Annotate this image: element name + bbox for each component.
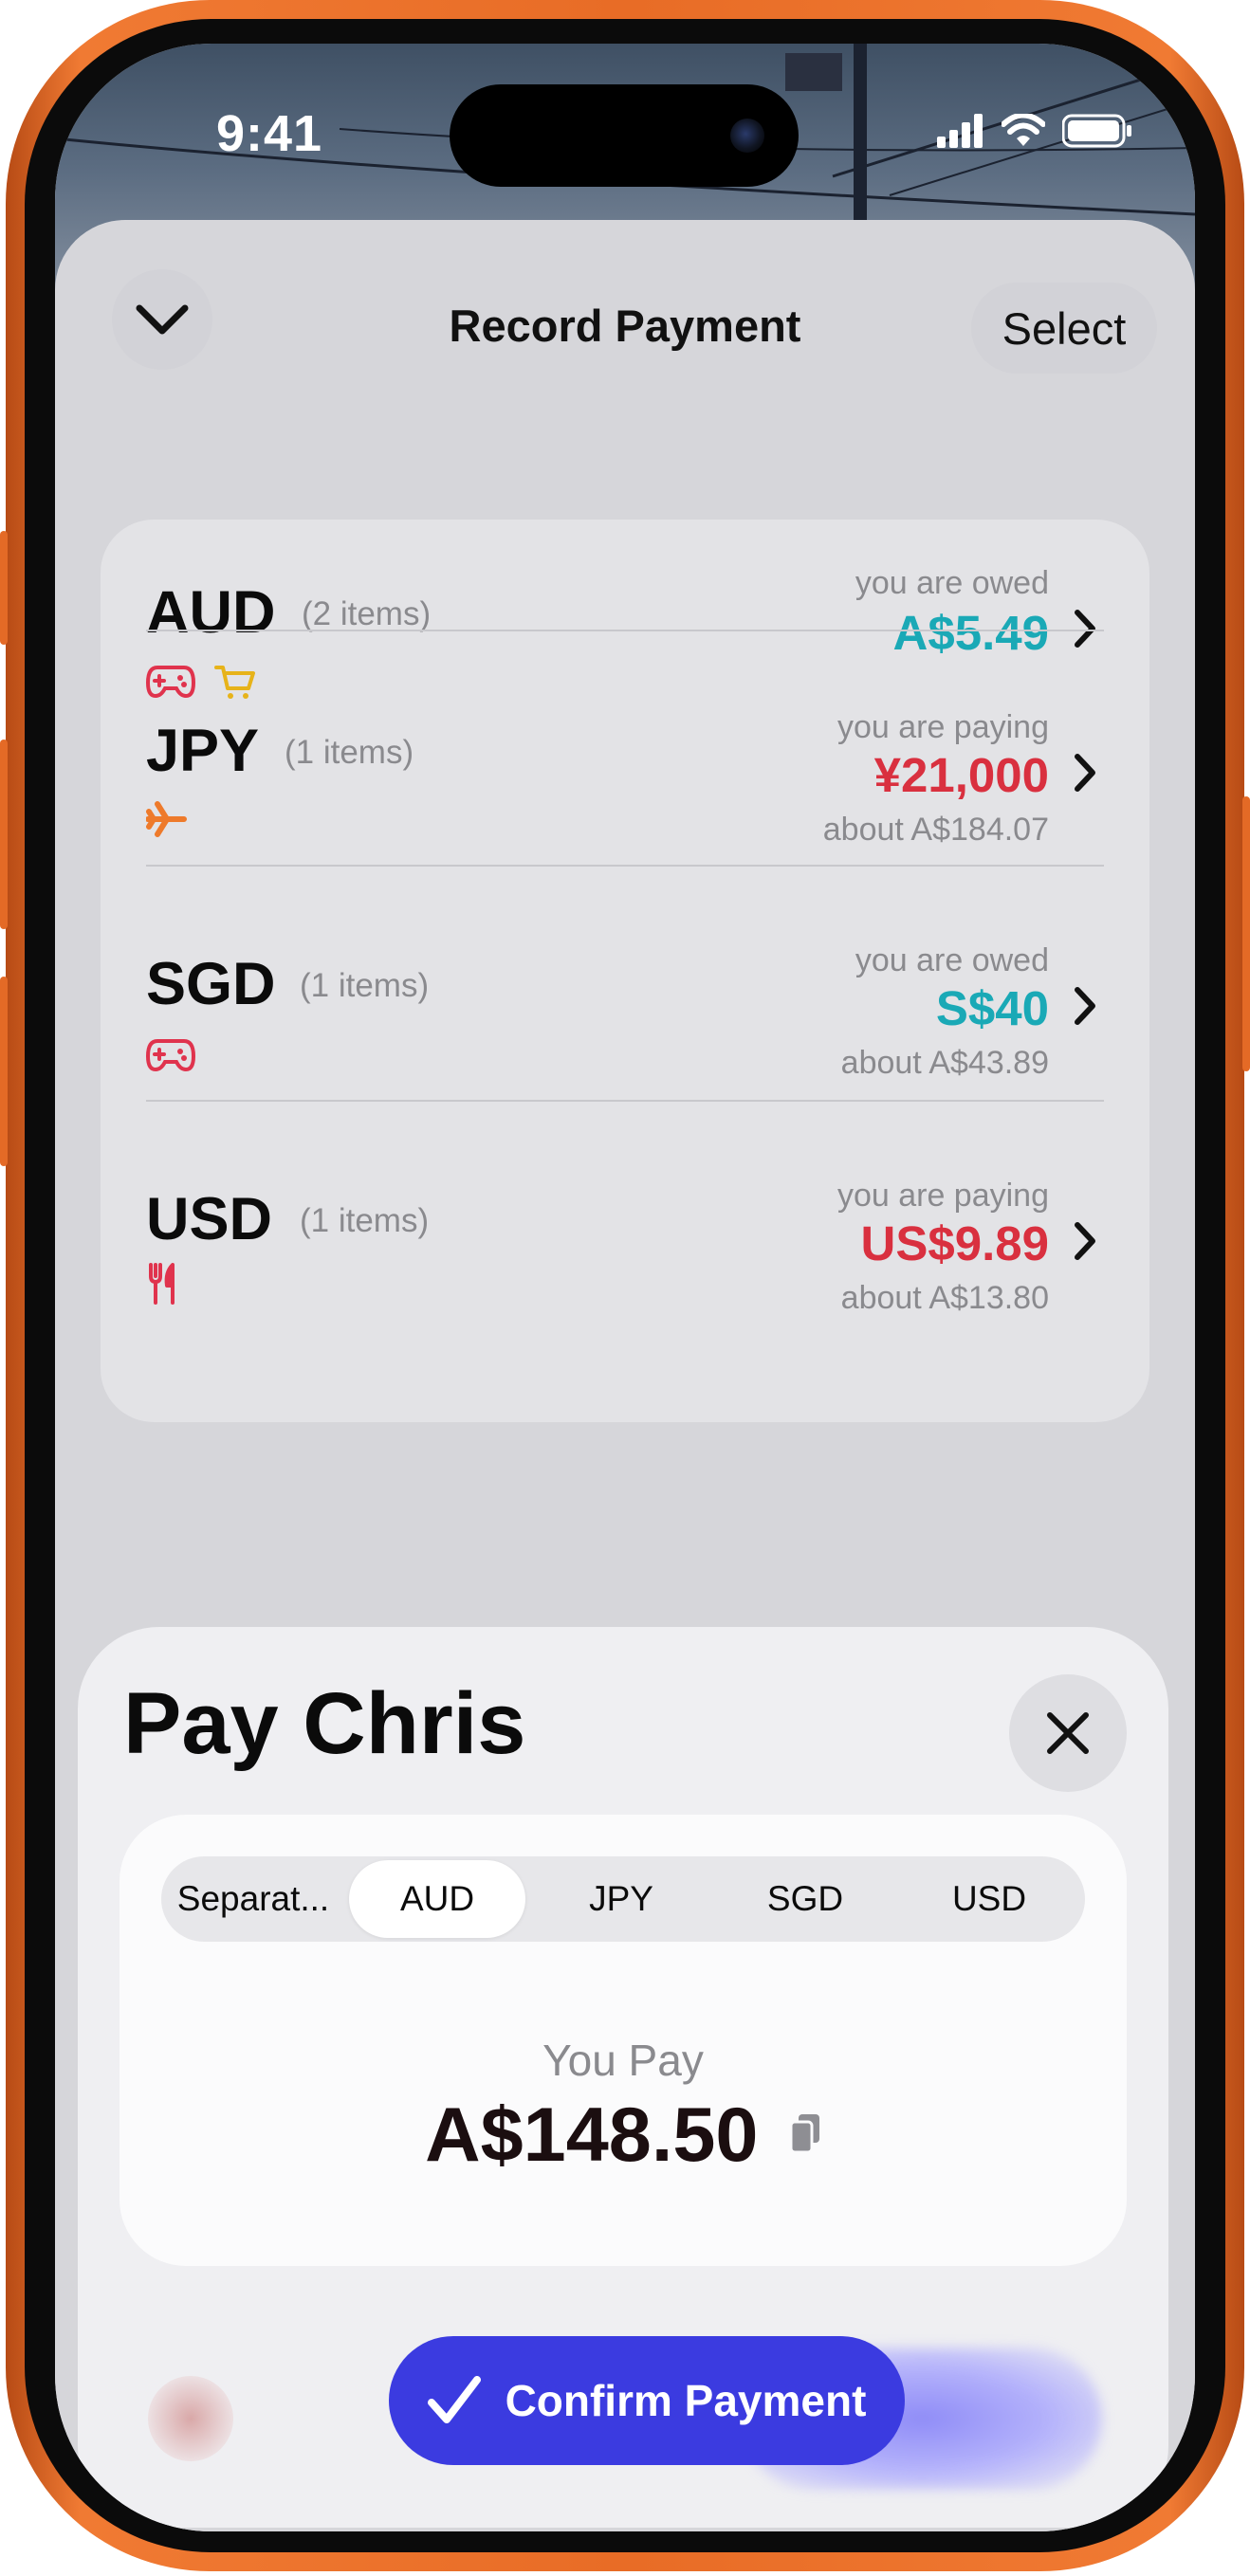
plane-icon bbox=[146, 801, 187, 837]
balance-amount: S$40 bbox=[935, 981, 1049, 1035]
confirm-payment-button[interactable]: Confirm Payment bbox=[389, 2336, 905, 2465]
chevron-right-icon bbox=[1075, 754, 1095, 792]
currency-code: USD bbox=[146, 1186, 273, 1252]
volume-down-button bbox=[0, 977, 8, 1166]
currency-row-jpy[interactable]: JPY (1 items) you are paying ¥21,000 abo… bbox=[146, 650, 1104, 878]
copy-icon bbox=[789, 2114, 819, 2154]
divider bbox=[146, 630, 1104, 631]
action-button bbox=[0, 531, 8, 645]
divider bbox=[146, 1100, 1104, 1102]
currency-row-sgd[interactable]: SGD (1 items) you are owed S$40 about A$… bbox=[146, 884, 1104, 1111]
tab-separate[interactable]: Separat... bbox=[165, 1860, 341, 1938]
chevron-right-icon bbox=[1075, 987, 1095, 1025]
status-icons bbox=[937, 112, 1132, 150]
pay-modal: Pay Chris Separat... AUD JPY SGD USD You… bbox=[78, 1627, 1168, 2528]
close-icon bbox=[1047, 1712, 1089, 1754]
gamepad-icon bbox=[146, 1039, 195, 1071]
item-count: (2 items) bbox=[302, 595, 432, 632]
balance-amount: ¥21,000 bbox=[873, 748, 1049, 802]
item-count: (1 items) bbox=[285, 734, 414, 771]
converted-amount: about A$184.07 bbox=[822, 812, 1049, 848]
converted-amount: about A$43.89 bbox=[840, 1045, 1049, 1081]
tab-jpy[interactable]: JPY bbox=[533, 1860, 709, 1938]
pay-summary-card: Separat... AUD JPY SGD USD You Pay A$148… bbox=[119, 1815, 1127, 2266]
wifi-icon bbox=[1002, 114, 1045, 146]
balance-amount: US$9.89 bbox=[860, 1216, 1049, 1270]
balance-label: you are owed bbox=[855, 942, 1049, 978]
volume-up-button bbox=[0, 740, 8, 929]
fork-knife-icon bbox=[149, 1263, 175, 1305]
tab-aud[interactable]: AUD bbox=[349, 1860, 525, 1938]
tab-sgd[interactable]: SGD bbox=[717, 1860, 893, 1938]
pay-amount: A$148.50 bbox=[425, 2092, 759, 2178]
currency-code: AUD bbox=[146, 579, 276, 646]
blurred-avatar bbox=[148, 2376, 233, 2461]
status-time: 9:41 bbox=[216, 105, 323, 162]
item-count: (1 items) bbox=[300, 967, 430, 1004]
dynamic-island bbox=[450, 84, 799, 187]
currency-segmented-control: Separat... AUD JPY SGD USD bbox=[161, 1856, 1085, 1942]
currency-row-usd[interactable]: USD (1 items) you are paying US$9.89 abo… bbox=[146, 1119, 1104, 1346]
checkmark-icon bbox=[427, 2376, 481, 2423]
screen: 9:41 Record Payment Select AUD (2 items)… bbox=[55, 44, 1195, 2531]
you-pay-label: You Pay bbox=[542, 2036, 704, 2085]
tab-usd[interactable]: USD bbox=[901, 1860, 1077, 1938]
chevron-right-icon bbox=[1075, 610, 1095, 648]
item-count: (1 items) bbox=[300, 1202, 430, 1239]
copy-button[interactable] bbox=[789, 2112, 821, 2159]
balance-label: you are paying bbox=[836, 709, 1049, 745]
cellular-icon bbox=[937, 114, 983, 148]
converted-amount: about A$13.80 bbox=[840, 1280, 1049, 1316]
chevron-right-icon bbox=[1075, 1222, 1095, 1260]
balance-label: you are owed bbox=[855, 565, 1049, 601]
side-button bbox=[1242, 796, 1250, 1071]
battery-icon bbox=[1062, 114, 1131, 148]
currency-code: JPY bbox=[146, 718, 260, 784]
currency-list: AUD (2 items) you are owed A$5.49 JPY (1… bbox=[101, 520, 1149, 1422]
close-button[interactable] bbox=[1009, 1674, 1127, 1792]
modal-title: Pay Chris bbox=[123, 1675, 526, 1772]
divider bbox=[146, 865, 1104, 867]
select-button[interactable]: Select bbox=[971, 283, 1157, 374]
confirm-label: Confirm Payment bbox=[505, 2376, 867, 2425]
balance-label: you are paying bbox=[836, 1178, 1049, 1214]
currency-code: SGD bbox=[146, 951, 276, 1017]
